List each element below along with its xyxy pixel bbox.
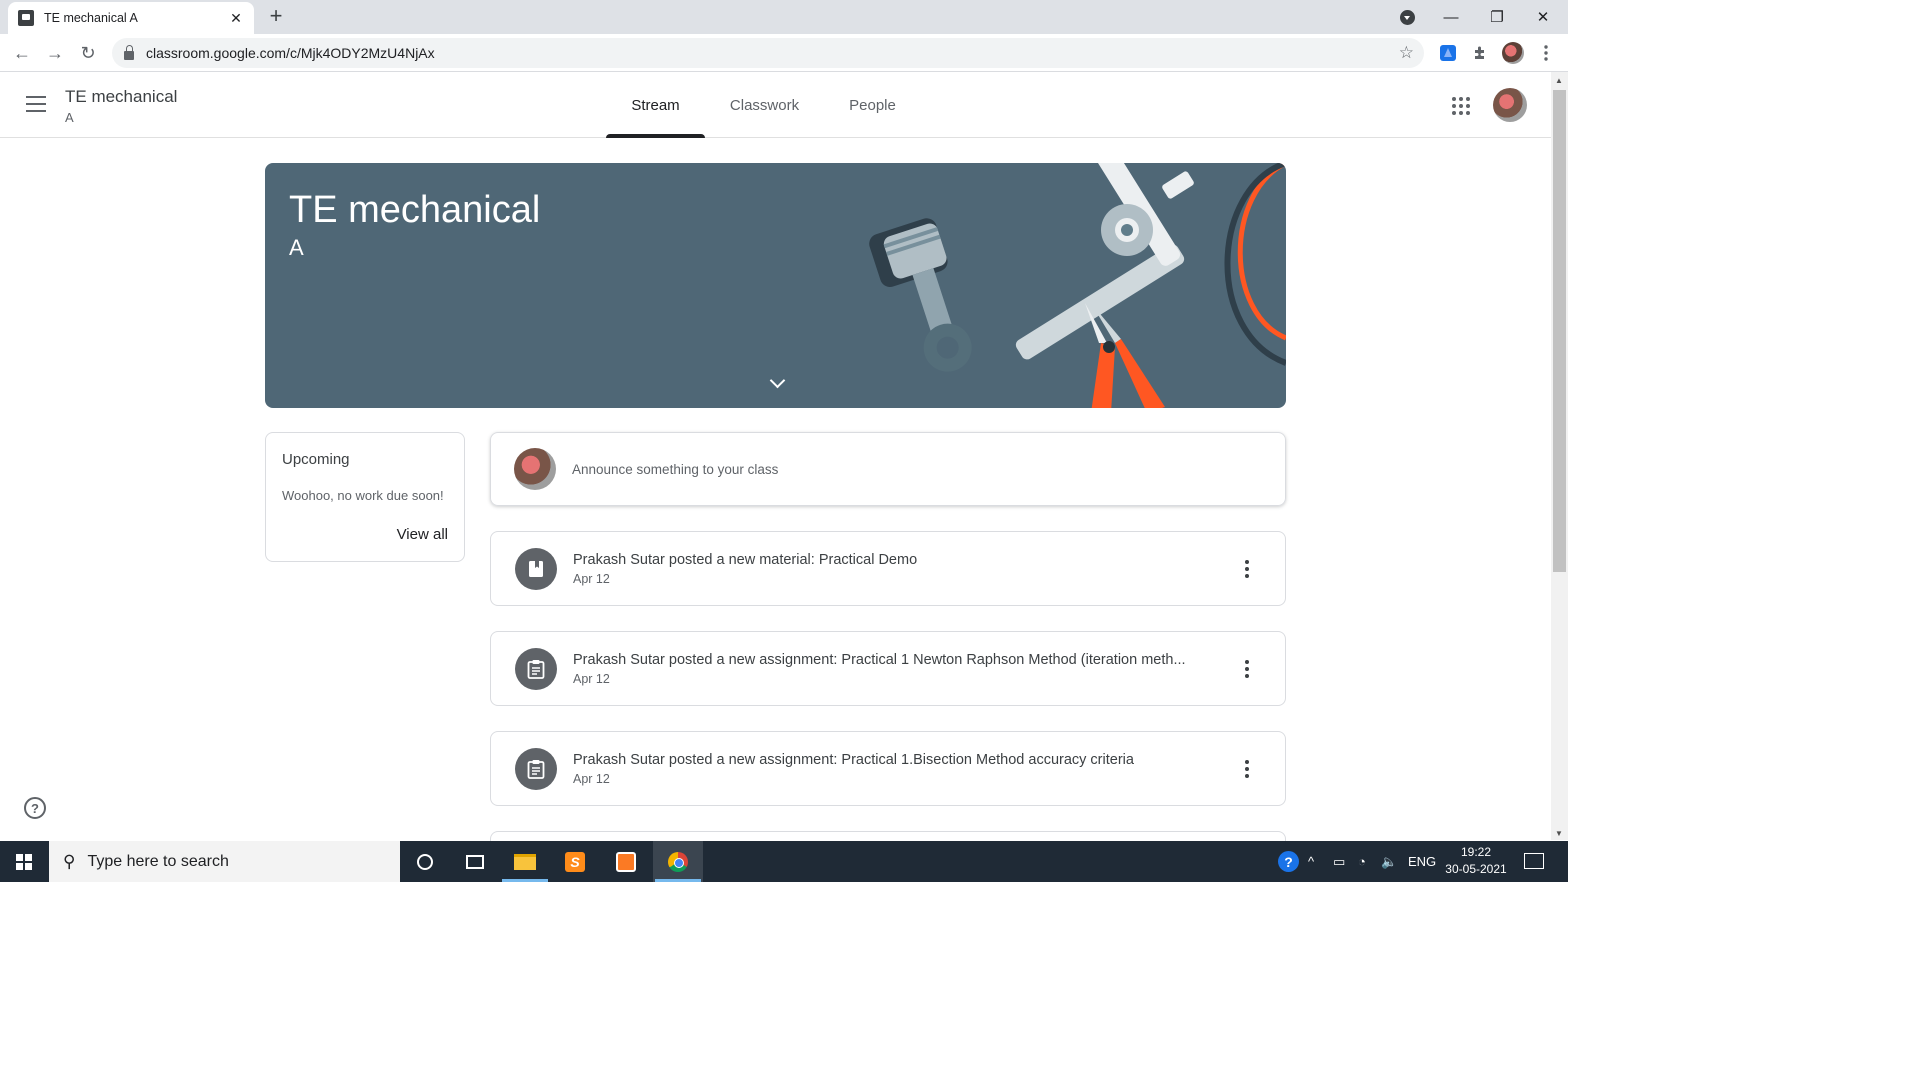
windows-taskbar: ⚲ Type here to search S ? ^ ▭ ◔ 🔈 ENG 19… <box>0 841 1568 882</box>
class-section: A <box>65 110 74 125</box>
clock-date: 30-05-2021 <box>1445 862 1507 876</box>
view-all-link[interactable]: View all <box>397 526 448 543</box>
notification-icon[interactable] <box>1524 853 1544 869</box>
avatar <box>514 448 556 490</box>
chrome-icon <box>668 851 688 872</box>
language-indicator[interactable]: ENG <box>1408 841 1436 882</box>
address-bar[interactable]: classroom.google.com/c/Mjk4ODY2MzU4NjAx … <box>112 38 1424 68</box>
task-view-button[interactable] <box>450 841 500 882</box>
profile-button[interactable] <box>1499 39 1527 67</box>
tab-stream[interactable]: Stream <box>606 72 705 138</box>
banner-section: A <box>289 235 304 260</box>
avatar <box>1502 42 1524 64</box>
stream-post[interactable]: Prakash Sutar posted a new assignment: P… <box>490 731 1286 806</box>
scrollbar-thumb[interactable] <box>1553 90 1566 572</box>
tab-search-button[interactable] <box>1384 0 1430 34</box>
xampp-button[interactable] <box>601 841 651 882</box>
cortana-icon <box>417 853 433 870</box>
restore-button[interactable]: ❐ <box>1474 0 1520 34</box>
account-avatar[interactable] <box>1493 88 1527 122</box>
post-title[interactable]: Prakash Sutar posted a new material: Pra… <box>573 552 1223 568</box>
extension-button[interactable] <box>1434 39 1462 67</box>
tab-people[interactable]: People <box>824 72 921 138</box>
extensions-puzzle-button[interactable] <box>1466 39 1494 67</box>
browser-toolbar: ← → ↻ classroom.google.com/c/Mjk4ODY2MzU… <box>0 34 1568 72</box>
forward-button[interactable]: → <box>41 39 69 67</box>
file-explorer-button[interactable] <box>500 841 550 882</box>
classroom-header: TE mechanical A Stream Classwork People <box>0 72 1551 138</box>
stream-post[interactable]: Prakash Sutar posted a new material: Pra… <box>490 531 1286 606</box>
task-view-icon <box>466 854 484 869</box>
banner-title[interactable]: TE mechanical <box>289 189 540 232</box>
post-title[interactable]: Prakash Sutar posted a new assignment: P… <box>573 752 1223 768</box>
upcoming-message: Woohoo, no work due soon! <box>282 488 444 503</box>
post-date: Apr 12 <box>573 771 610 786</box>
class-tabs: Stream Classwork People <box>606 72 921 138</box>
minimize-button[interactable]: — <box>1428 0 1474 34</box>
post-date: Apr 12 <box>573 671 610 686</box>
google-apps-icon[interactable] <box>1452 97 1470 115</box>
show-hidden-icons[interactable]: ^ <box>1308 841 1314 882</box>
close-tab-icon[interactable]: ✕ <box>228 10 244 27</box>
battery-icon[interactable]: ▭ <box>1333 841 1345 882</box>
assignment-icon <box>515 647 557 690</box>
help-tray-icon[interactable]: ? <box>1278 851 1299 872</box>
main-menu-icon[interactable] <box>26 96 46 112</box>
chevron-down-icon <box>1399 9 1415 25</box>
search-icon: ⚲ <box>63 851 76 871</box>
mechanical-tools-illustration <box>869 163 1286 408</box>
chevron-down-icon[interactable] <box>767 373 787 393</box>
class-name[interactable]: TE mechanical <box>65 87 177 107</box>
browser-tab[interactable]: TE mechanical A ✕ <box>8 2 254 34</box>
puzzle-icon <box>1475 46 1484 59</box>
announce-box[interactable]: Announce something to your class <box>490 432 1286 506</box>
post-date: Apr 12 <box>573 571 610 586</box>
cortana-button[interactable] <box>400 841 450 882</box>
windows-logo-icon <box>16 853 32 870</box>
sublime-text-button[interactable]: S <box>550 841 600 882</box>
back-button[interactable]: ← <box>8 39 36 67</box>
help-icon[interactable]: ? <box>24 797 46 819</box>
clock-time: 19:22 <box>1460 845 1492 859</box>
tab-title: TE mechanical A <box>44 11 138 25</box>
chrome-taskbar-button[interactable] <box>653 841 703 882</box>
announce-placeholder[interactable]: Announce something to your class <box>572 462 778 477</box>
search-placeholder[interactable]: Type here to search <box>87 853 228 871</box>
more-vert-icon[interactable] <box>1227 649 1267 689</box>
wifi-icon[interactable]: ◔ <box>1358 841 1366 882</box>
xampp-icon <box>616 851 636 872</box>
tab-classwork[interactable]: Classwork <box>705 72 824 138</box>
url-text[interactable]: classroom.google.com/c/Mjk4ODY2MzU4NjAx <box>146 45 1399 61</box>
more-vert-icon[interactable] <box>1227 549 1267 589</box>
post-title[interactable]: Prakash Sutar posted a new assignment: P… <box>573 652 1223 668</box>
sublime-text-icon: S <box>565 851 585 872</box>
new-tab-button[interactable]: + <box>264 5 288 29</box>
upcoming-card: Upcoming Woohoo, no work due soon! View … <box>265 432 465 562</box>
folder-icon <box>514 853 536 870</box>
assignment-icon <box>515 747 557 790</box>
more-vert-icon[interactable] <box>1227 749 1267 789</box>
bookmark-star-icon[interactable]: ☆ <box>1399 43 1414 63</box>
material-icon <box>515 547 557 590</box>
class-banner: TE mechanical A <box>265 163 1286 408</box>
classroom-favicon-icon <box>18 10 34 26</box>
window-close-button[interactable]: ✕ <box>1520 0 1566 34</box>
chrome-menu-button[interactable] <box>1532 39 1560 67</box>
upcoming-heading: Upcoming <box>282 451 350 468</box>
lock-icon <box>124 44 134 60</box>
scroll-up-icon[interactable]: ▲ <box>1555 76 1563 85</box>
start-button[interactable] <box>0 841 48 882</box>
system-clock[interactable]: 19:22 30-05-2021 <box>1440 844 1512 878</box>
stream-post[interactable]: Prakash Sutar posted a new assignment: P… <box>490 631 1286 706</box>
more-vert-icon <box>1544 45 1548 61</box>
volume-icon[interactable]: 🔈 <box>1381 841 1397 882</box>
taskbar-search[interactable]: ⚲ Type here to search <box>49 841 400 882</box>
extension-icon <box>1440 45 1456 61</box>
page-scrollbar[interactable]: ▲ ▼ <box>1551 72 1568 840</box>
browser-tab-strip: TE mechanical A ✕ + — ❐ ✕ <box>0 0 1568 34</box>
scroll-down-icon[interactable]: ▼ <box>1555 829 1563 838</box>
reload-button[interactable]: ↻ <box>74 39 102 67</box>
